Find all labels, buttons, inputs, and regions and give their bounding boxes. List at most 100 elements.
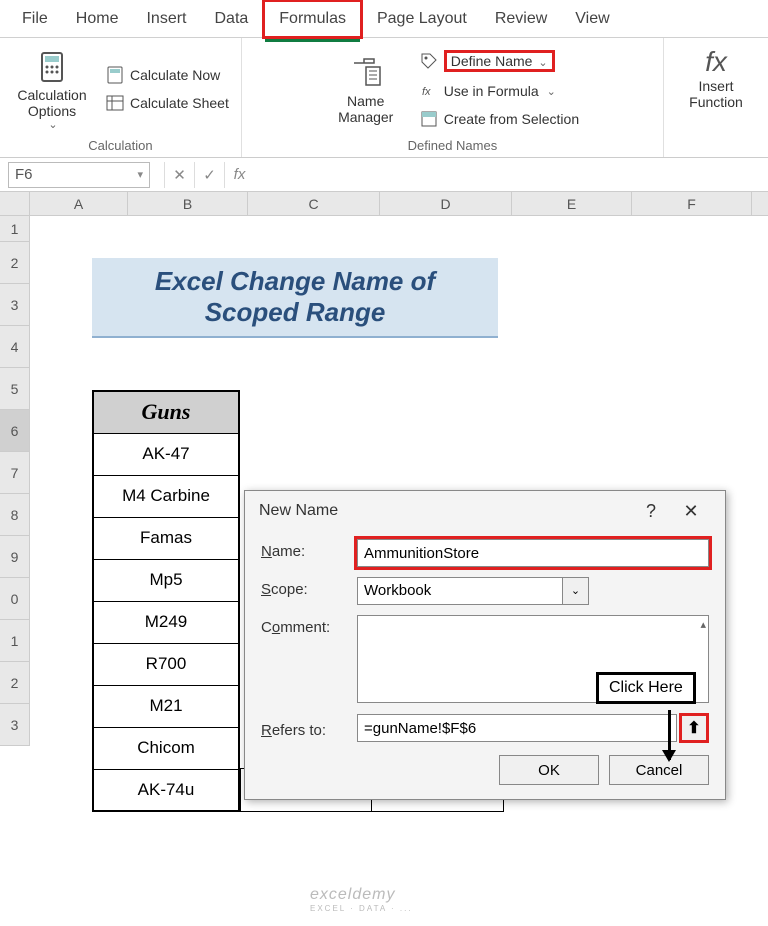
ok-button[interactable]: OK	[499, 755, 599, 785]
refers-to-input[interactable]	[357, 714, 677, 742]
refers-to-label: Refers to:	[261, 718, 357, 739]
create-from-selection-label: Create from Selection	[444, 111, 579, 127]
scope-label: Scope:	[261, 577, 357, 598]
calculate-sheet-label: Calculate Sheet	[130, 95, 229, 111]
scroll-up-icon[interactable]: ▴	[700, 618, 706, 631]
group-label-defined-names: Defined Names	[250, 136, 655, 157]
cell[interactable]: M21	[93, 685, 239, 727]
insert-function-button[interactable]: fx Insert Function	[672, 42, 760, 110]
ribbon-group-insert-function: fx Insert Function	[664, 38, 768, 157]
table-header-guns[interactable]: Guns	[93, 391, 239, 433]
row-header[interactable]: 1	[0, 620, 30, 662]
chevron-down-icon: ⌄	[547, 85, 556, 98]
col-header-b[interactable]: B	[128, 192, 248, 215]
col-header-e[interactable]: E	[512, 192, 632, 215]
calculation-options-label: Calculation Options	[8, 87, 96, 119]
calculation-options-button[interactable]: Calculation Options⌄	[8, 42, 96, 136]
use-in-formula-button[interactable]: fx Use in Formula ⌄	[416, 80, 583, 102]
cell[interactable]: Mp5	[93, 559, 239, 601]
cell[interactable]: Chicom	[93, 727, 239, 769]
tab-home[interactable]: Home	[62, 2, 133, 36]
svg-text:fx: fx	[422, 86, 431, 98]
spreadsheet-grid: A B C D E F 1 2 3 4 5 6 7 8 9 0 1 2 3 Ex…	[0, 192, 768, 216]
row-header[interactable]: 2	[0, 242, 30, 284]
scope-select[interactable]: Workbook	[357, 577, 563, 605]
watermark: exceldemy EXCEL · DATA · ...	[310, 886, 413, 913]
formula-input[interactable]	[254, 162, 768, 188]
new-name-dialog: New Name ? ✕ Name: Scope: Workbook ⌄ Com…	[244, 490, 726, 800]
define-name-button[interactable]: Define Name ⌄	[416, 48, 583, 74]
col-header-d[interactable]: D	[380, 192, 512, 215]
row-header[interactable]: 7	[0, 452, 30, 494]
col-header-c[interactable]: C	[248, 192, 380, 215]
tab-review[interactable]: Review	[481, 2, 561, 36]
cancel-formula-button[interactable]: ✕	[164, 162, 194, 188]
name-manager-button[interactable]: Name Manager	[322, 42, 410, 136]
ribbon-group-calculation: Calculation Options⌄ Calculate Now Calcu…	[0, 38, 242, 157]
row-header[interactable]: 5	[0, 368, 30, 410]
row-header[interactable]: 2	[0, 662, 30, 704]
cell[interactable]: Famas	[93, 517, 239, 559]
name-manager-label: Name Manager	[322, 93, 410, 125]
tab-data[interactable]: Data	[200, 2, 262, 36]
col-header-f[interactable]: F	[632, 192, 752, 215]
calculate-now-label: Calculate Now	[130, 67, 220, 83]
name-label: Name:	[261, 539, 357, 560]
fx-large-icon: fx	[705, 46, 727, 78]
row-header[interactable]: 3	[0, 704, 30, 746]
cell[interactable]: R700	[93, 643, 239, 685]
ribbon: Calculation Options⌄ Calculate Now Calcu…	[0, 38, 768, 158]
create-from-selection-button[interactable]: Create from Selection	[416, 108, 583, 130]
dialog-title-text: New Name	[259, 502, 338, 520]
collapse-dialog-button[interactable]: ⬆	[679, 713, 709, 743]
calculate-now-button[interactable]: Calculate Now	[102, 64, 233, 86]
insert-function-label: Insert Function	[672, 78, 760, 110]
name-input[interactable]	[357, 539, 709, 567]
row-header[interactable]: 6	[0, 410, 30, 452]
cell[interactable]: M249	[93, 601, 239, 643]
cell[interactable]: AK-47	[93, 433, 239, 475]
cell[interactable]: M4 Carbine	[93, 475, 239, 517]
chevron-down-icon[interactable]: ▾	[137, 168, 143, 181]
sheet-title: Excel Change Name of Scoped Range	[92, 258, 498, 338]
calculate-sheet-button[interactable]: Calculate Sheet	[102, 92, 233, 114]
tab-formulas[interactable]: Formulas	[262, 0, 363, 39]
confirm-formula-button[interactable]: ✓	[194, 162, 224, 188]
formula-bar: F6 ▾ ✕ ✓ fx	[0, 158, 768, 192]
tab-view[interactable]: View	[561, 2, 623, 36]
tab-insert[interactable]: Insert	[132, 2, 200, 36]
fx-button[interactable]: fx	[224, 162, 254, 188]
tab-file[interactable]: File	[8, 2, 62, 36]
calculator-icon	[36, 51, 68, 83]
row-header[interactable]: 9	[0, 536, 30, 578]
calc-sheet-icon	[106, 94, 124, 112]
dialog-close-button[interactable]: ✕	[671, 501, 711, 522]
use-in-formula-label: Use in Formula	[444, 83, 539, 99]
dialog-titlebar[interactable]: New Name ? ✕	[245, 491, 725, 531]
select-all-corner[interactable]	[0, 192, 30, 215]
row-header[interactable]: 1	[0, 216, 30, 242]
collapse-icon: ⬆	[687, 718, 700, 738]
menu-bar: File Home Insert Data Formulas Page Layo…	[0, 0, 768, 38]
cell[interactable]: AK-74u	[93, 769, 239, 811]
name-box[interactable]: F6 ▾	[8, 162, 150, 188]
selection-icon	[420, 110, 438, 128]
row-header[interactable]: 0	[0, 578, 30, 620]
row-header[interactable]: 8	[0, 494, 30, 536]
cancel-button[interactable]: Cancel	[609, 755, 709, 785]
row-header[interactable]: 4	[0, 326, 30, 368]
row-header[interactable]: 3	[0, 284, 30, 326]
chevron-down-icon: ⌄	[538, 57, 547, 69]
guns-table: Guns AK-47 M4 Carbine Famas Mp5 M249 R70…	[92, 390, 240, 812]
group-label-calculation: Calculation	[8, 136, 233, 157]
comment-label: Comment:	[261, 615, 357, 636]
dialog-help-button[interactable]: ?	[631, 501, 671, 522]
annotation-click-here: Click Here	[596, 672, 696, 704]
title-line-1: Excel Change Name of	[92, 266, 498, 297]
name-box-value: F6	[15, 166, 33, 183]
fx-icon: fx	[420, 82, 438, 100]
scope-dropdown-button[interactable]: ⌄	[563, 577, 589, 605]
tab-page-layout[interactable]: Page Layout	[363, 2, 481, 36]
name-manager-icon	[350, 57, 382, 89]
col-header-a[interactable]: A	[30, 192, 128, 215]
